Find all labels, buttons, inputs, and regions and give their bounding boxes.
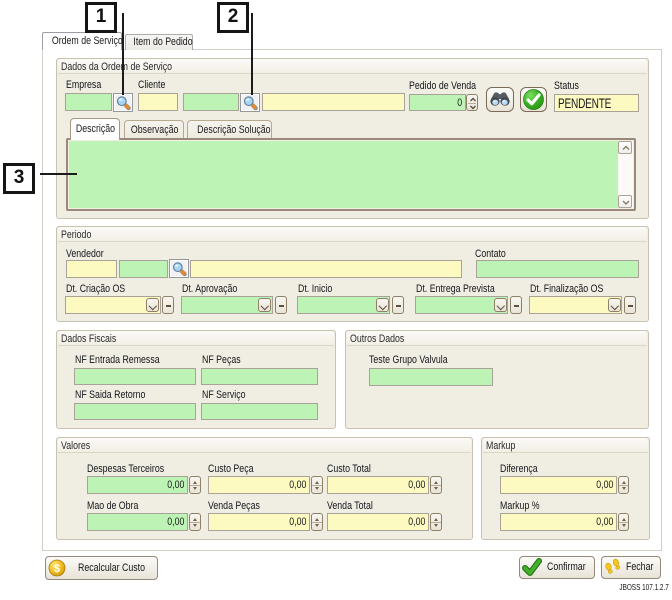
svg-text:$: $ xyxy=(54,563,60,575)
